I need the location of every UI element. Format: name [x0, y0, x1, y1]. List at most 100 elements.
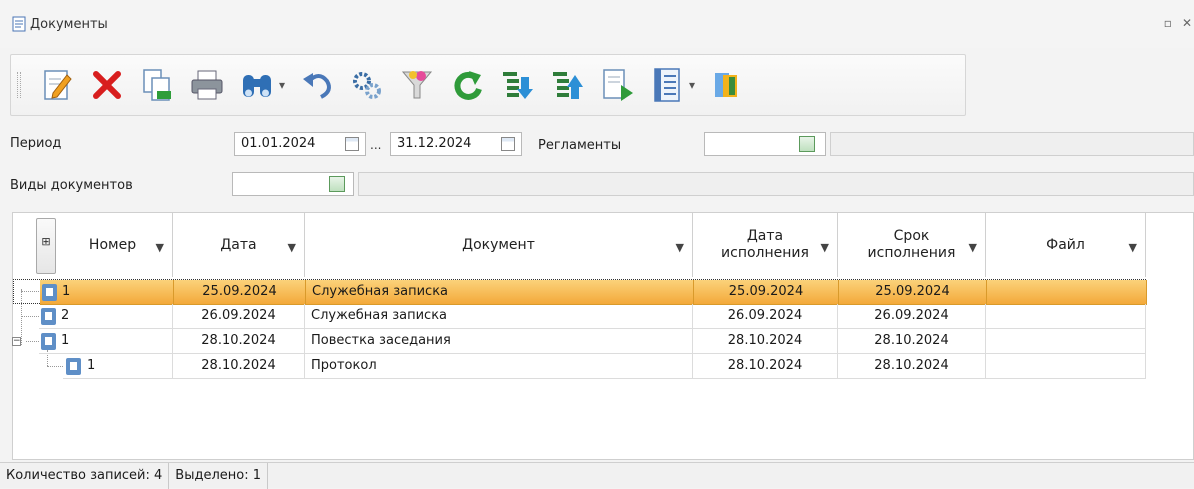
filter-funnel-icon[interactable]: ▼: [288, 239, 296, 256]
cell-document: Служебная записка: [305, 304, 693, 329]
close-icon[interactable]: ✕: [1182, 16, 1192, 30]
cell-document: Служебная записка: [306, 280, 694, 305]
cell-deadline: 28.10.2024: [838, 354, 986, 379]
cell-number: 1: [40, 280, 174, 305]
reglaments-field[interactable]: [704, 132, 826, 156]
filter-funnel-icon[interactable]: ▼: [821, 239, 829, 256]
edit-button[interactable]: [37, 63, 77, 107]
calendar-icon[interactable]: [345, 137, 359, 151]
cell-deadline: 26.09.2024: [838, 304, 986, 329]
date-from-value: 01.01.2024: [241, 136, 316, 151]
delete-button[interactable]: [87, 63, 127, 107]
print-button[interactable]: [187, 63, 227, 107]
calendar-icon[interactable]: [501, 137, 515, 151]
cell-number: 2: [39, 304, 173, 329]
column-label: Файл: [1046, 236, 1085, 253]
settings-button[interactable]: [347, 63, 387, 107]
print-icon: [191, 70, 223, 100]
column-header-file[interactable]: Файл ▼: [986, 213, 1146, 277]
cell-deadline: 25.09.2024: [839, 280, 987, 305]
settings-icon: [353, 72, 382, 99]
cell-file: [986, 304, 1146, 329]
record-count: Количество записей: 4: [0, 462, 170, 489]
doc-types-field[interactable]: [232, 172, 354, 196]
column-chooser-icon[interactable]: ⊞: [36, 218, 56, 274]
reglaments-label: Регламенты: [538, 138, 622, 153]
selected-count: Выделено: 1: [169, 462, 269, 489]
undo-button[interactable]: [297, 63, 337, 107]
undo-icon: [303, 73, 331, 99]
document-node-icon: [42, 284, 57, 301]
document-icon: [12, 16, 26, 32]
cell-deadline: 28.10.2024: [838, 329, 986, 354]
document-node-icon: [66, 358, 81, 375]
doc-types-filter-row: Виды документов: [0, 172, 1194, 206]
table-row[interactable]: 1 25.09.2024 Служебная записка 25.09.202…: [13, 279, 1147, 305]
import-icon: [553, 72, 584, 99]
column-header-number[interactable]: ⊞ Номер ▼: [13, 213, 173, 277]
period-label: Период: [10, 136, 62, 151]
grid-header: ⊞ Номер ▼ Дата ▼ Документ ▼ Дата исполне…: [13, 213, 1146, 277]
document-forward-icon: [603, 69, 634, 101]
date-from-field[interactable]: 01.01.2024: [234, 132, 366, 156]
lookup-icon[interactable]: [799, 136, 815, 152]
filter-funnel-icon[interactable]: ▼: [156, 239, 164, 256]
toolbar-grip[interactable]: [17, 72, 21, 98]
refresh-icon: [454, 71, 482, 100]
documents-grid: ⊞ Номер ▼ Дата ▼ Документ ▼ Дата исполне…: [12, 212, 1194, 460]
column-label: Номер: [88, 236, 137, 253]
import-button[interactable]: [547, 63, 587, 107]
filter-icon: [401, 71, 433, 99]
cell-document: Протокол: [305, 354, 693, 379]
window-titlebar: Документы ▫ ✕: [0, 0, 1194, 48]
range-separator: ...: [370, 138, 382, 152]
delete-icon: [93, 71, 121, 99]
document-forward-button[interactable]: [597, 63, 637, 107]
copy-icon: [143, 69, 171, 101]
cell-exec-date: 28.10.2024: [693, 329, 838, 354]
cell-file: [986, 329, 1146, 354]
filter-funnel-icon[interactable]: ▼: [969, 239, 977, 256]
cell-exec-date: 28.10.2024: [693, 354, 838, 379]
lookup-icon[interactable]: [329, 176, 345, 192]
column-header-date[interactable]: Дата ▼: [173, 213, 305, 277]
document-node-icon: [41, 308, 56, 325]
cell-date: 28.10.2024: [173, 329, 305, 354]
column-header-exec-date[interactable]: Дата исполнения ▼: [693, 213, 838, 277]
exit-button[interactable]: [707, 63, 747, 107]
table-row[interactable]: 1 28.10.2024 Протокол 28.10.2024 28.10.2…: [13, 354, 1146, 379]
search-button[interactable]: [237, 63, 277, 107]
cell-text: 1: [61, 333, 70, 348]
cell-text: 1: [87, 358, 96, 373]
chevron-down-icon[interactable]: ▾: [689, 78, 695, 92]
date-to-field[interactable]: 31.12.2024: [390, 132, 522, 156]
main-toolbar: ▾ ▾: [10, 54, 966, 116]
filter-funnel-icon[interactable]: ▼: [1129, 239, 1137, 256]
filter-funnel-icon[interactable]: ▼: [676, 239, 684, 256]
list-button[interactable]: [647, 63, 687, 107]
search-binoculars-icon: [243, 75, 271, 97]
cell-number: 1: [39, 329, 173, 354]
cell-text: 1: [62, 284, 71, 299]
export-button[interactable]: [497, 63, 537, 107]
restore-icon[interactable]: ▫: [1164, 16, 1172, 30]
export-icon: [503, 72, 534, 99]
cell-file: [987, 280, 1147, 305]
table-row[interactable]: 1 28.10.2024 Повестка заседания 28.10.20…: [13, 329, 1146, 354]
cell-exec-date: 26.09.2024: [693, 304, 838, 329]
table-row[interactable]: 2 26.09.2024 Служебная записка 26.09.202…: [13, 304, 1146, 329]
cell-file: [986, 354, 1146, 379]
cell-document: Повестка заседания: [305, 329, 693, 354]
column-header-deadline[interactable]: Срок исполнения ▼: [838, 213, 986, 277]
refresh-button[interactable]: [447, 63, 487, 107]
cell-date: 26.09.2024: [173, 304, 305, 329]
copy-button[interactable]: [137, 63, 177, 107]
filter-button[interactable]: [397, 63, 437, 107]
column-label: Дата: [220, 236, 257, 253]
cell-text: 2: [61, 308, 70, 323]
chevron-down-icon[interactable]: ▾: [279, 78, 285, 92]
list-icon: [654, 68, 680, 102]
exit-icon: [715, 73, 738, 97]
column-header-document[interactable]: Документ ▼: [305, 213, 693, 277]
document-node-icon: [41, 333, 56, 350]
